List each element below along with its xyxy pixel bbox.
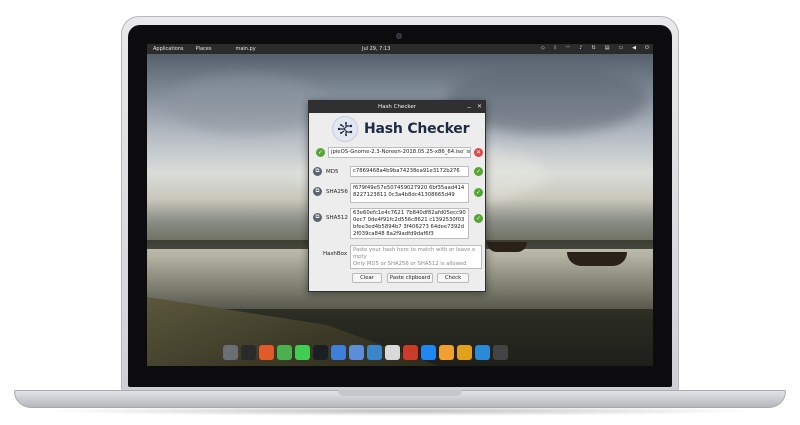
pycharm-icon[interactable] [313,344,328,360]
md5-check-icon: ✓ [474,167,483,176]
paste-clipboard-button[interactable]: Paste clipboard [387,273,433,283]
circuit-logo-icon [332,116,358,142]
dock [219,341,585,363]
show-apps-icon[interactable] [493,344,508,360]
qt-creator-icon[interactable] [295,344,310,360]
lock-icon[interactable] [475,344,490,360]
close-button[interactable]: ✕ [477,102,482,111]
remove-file-icon[interactable]: ✕ [474,148,483,157]
display-icon[interactable]: ▭ [618,45,623,51]
sha512-check-icon: ✓ [474,214,483,223]
file-valid-check-icon: ✓ [316,148,325,157]
check-button[interactable]: Check [437,273,469,283]
code-editor-icon[interactable] [349,344,364,360]
network-icon[interactable]: ⇅ [592,45,596,51]
files-icon[interactable] [223,344,238,360]
notes-icon[interactable] [385,344,400,360]
clock[interactable]: Jul 29, 7:13 [362,46,390,52]
laptop-notch [338,390,462,396]
top-panel: Applications Places main.py Jul 29, 7:13… [147,44,653,54]
hashbox-placeholder-line: Only MD5 or SHA256 or SHA512 is allowed [353,261,467,267]
md5-label: MD5 [326,169,339,175]
sha512-label: SHA512 [326,215,348,221]
hashbox-input[interactable]: Paste your hash here to match with or le… [350,245,482,269]
sha256-label: SHA256 [326,189,348,195]
sha256-row: ⧉ SHA256 f679f49e57e507459027920 6bf35aa… [309,182,487,204]
laptop-mockup: Applications Places main.py Jul 29, 7:13… [0,0,800,425]
window-title: Hash Checker [378,104,416,110]
copy-sha512-icon[interactable]: ⧉ [313,213,322,222]
wallpaper-boat [487,242,527,252]
sha256-check-icon: ✓ [474,188,483,197]
camera [396,33,402,39]
bug-tracker-icon[interactable] [403,344,418,360]
system-tray: ◇ ᛒ ◠ ♪ ⇅ ▤ ▭ ◀ ⏻ [541,45,649,51]
sha512-output[interactable]: 63e60efc1e4c7621 7b840df82afd05ecc900ec7… [350,208,469,239]
minimize-button[interactable]: _ [468,100,472,109]
apps-grid-icon[interactable] [259,344,274,360]
hash-checker-window: Hash Checker _ ✕ Hash Checker ✓ jpieOS-G… [308,100,486,292]
file-chooser[interactable]: jpieOS-Gnome-2.3-Noreen-2018.05.25-x86_6… [328,147,471,158]
md5-row: ⧉ MD5 c7869468a4b9ba74238ea91e3172b276 ✓ [309,165,487,179]
downloader-icon[interactable] [439,344,454,360]
active-app-label[interactable]: main.py [217,46,261,52]
desktop-screen: Applications Places main.py Jul 29, 7:13… [147,44,653,366]
power-icon[interactable]: ⏻ [645,45,649,51]
app-name: Hash Checker [364,121,470,137]
wifi-icon[interactable]: ◠ [566,45,570,51]
hashbox-row: HashBox Paste your hash here to match wi… [309,244,487,270]
copy-sha256-icon[interactable]: ⧉ [313,187,322,196]
clear-button[interactable]: Clear [352,273,382,283]
clipboard-icon[interactable]: ▤ [605,45,610,51]
messenger-icon[interactable] [421,344,436,360]
sha512-row: ⧉ SHA512 63e60efc1e4c7621 7b840df82afd05… [309,207,487,240]
terminal-icon[interactable] [241,344,256,360]
picture-icon[interactable] [367,344,382,360]
applications-menu[interactable]: Applications [147,46,190,52]
app-header: Hash Checker [309,113,485,145]
sound-icon[interactable]: ◀ [632,45,636,51]
file-row: ✓ jpieOS-Gnome-2.3-Noreen-2018.05.25-x86… [309,147,487,159]
dropbox-icon[interactable]: ◇ [541,45,545,51]
wallpaper-cloud [167,74,327,134]
places-menu[interactable]: Places [190,46,218,52]
hashbox-label: HashBox [323,251,348,257]
hashbox-placeholder-line: Paste your hash here to match with or le… [353,247,476,260]
git-icon[interactable] [277,344,292,360]
chrome-icon[interactable] [331,344,346,360]
sync-icon[interactable] [457,344,472,360]
copy-md5-icon[interactable]: ⧉ [313,167,322,176]
wallpaper-boat [567,252,627,266]
md5-output[interactable]: c7869468a4b9ba74238ea91e3172b276 [350,166,469,177]
bluetooth-icon[interactable]: ᛒ [554,45,557,51]
volume-icon[interactable]: ♪ [579,45,582,51]
sha256-output[interactable]: f679f49e57e507459027920 6bf35aad41482271… [350,183,469,203]
window-titlebar[interactable]: Hash Checker _ ✕ [309,100,485,113]
